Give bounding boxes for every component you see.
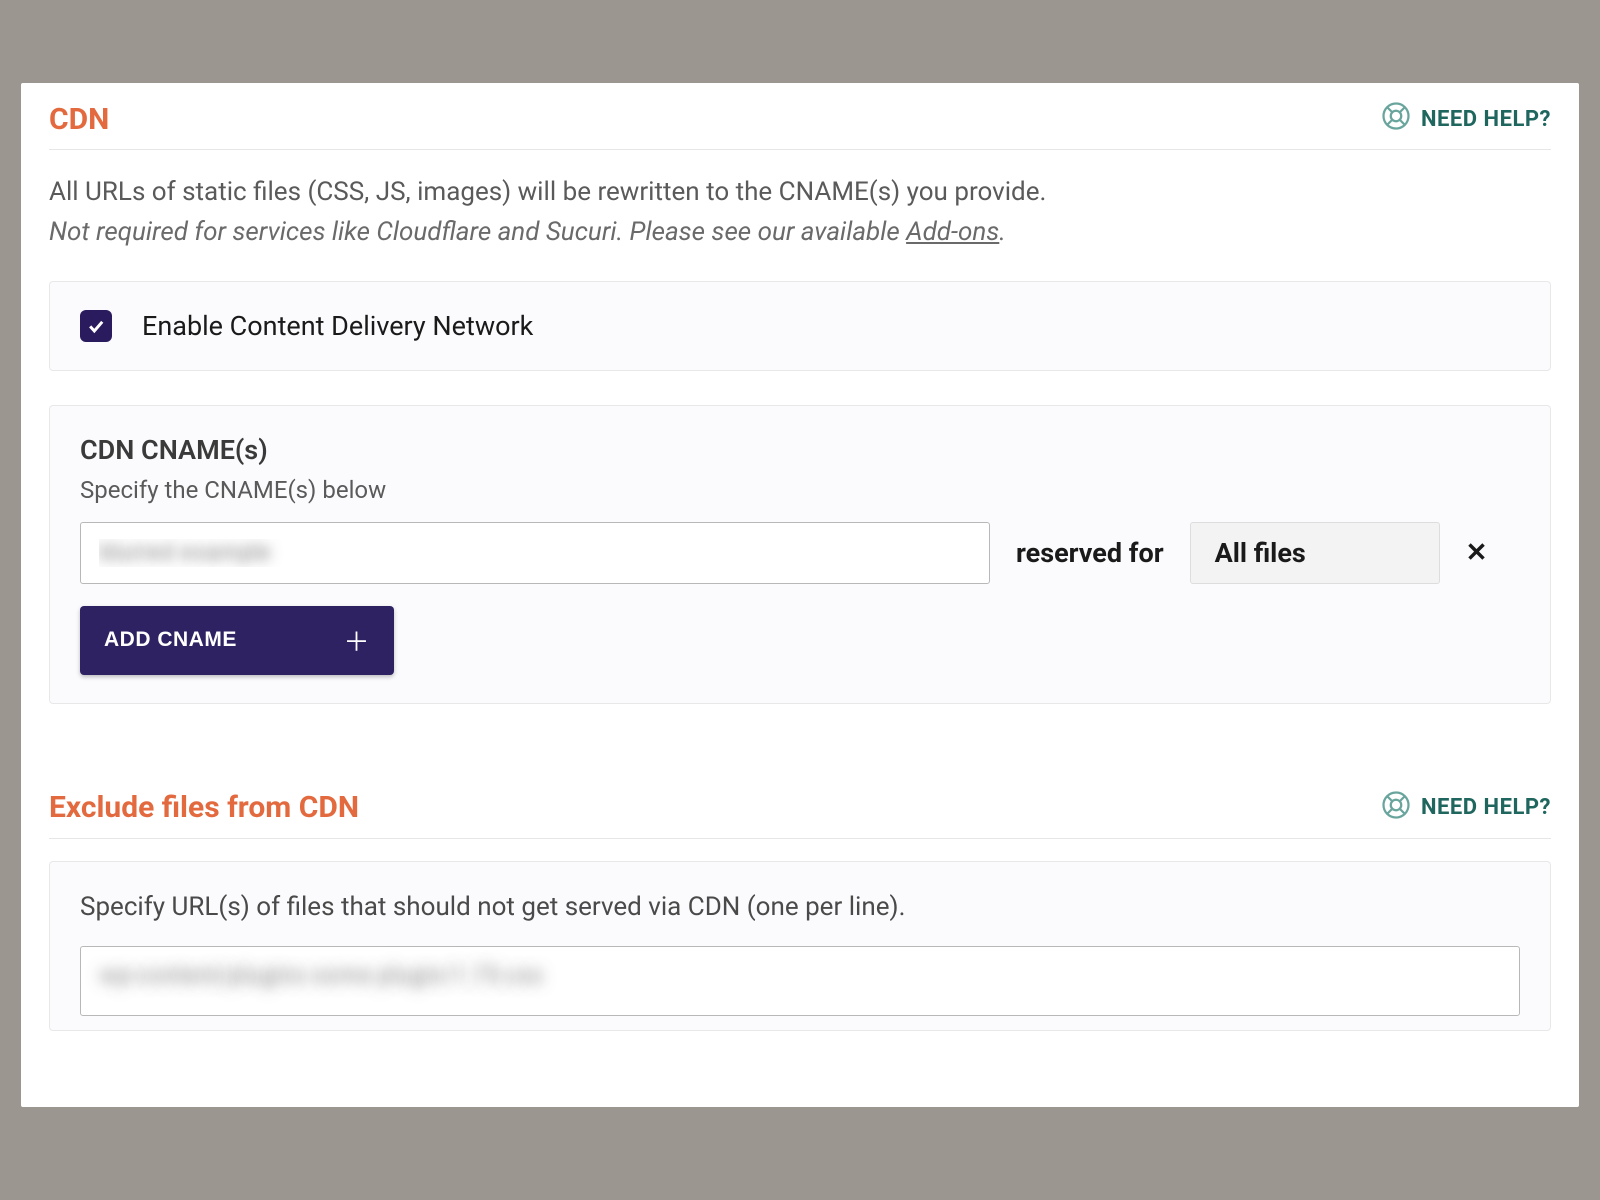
settings-panel: CDN NEED HELP? All URLs of static files … — [21, 83, 1579, 1107]
enable-cdn-row: Enable Content Delivery Network — [80, 310, 1520, 342]
cdn-section-header: CDN NEED HELP? — [49, 101, 1551, 150]
cdn-help-link[interactable]: NEED HELP? — [1381, 101, 1551, 137]
exclude-desc: Specify URL(s) of files that should not … — [80, 892, 1520, 922]
addons-link[interactable]: Add-ons — [906, 217, 999, 247]
exclude-section: Exclude files from CDN NEED HELP? Specif… — [49, 790, 1551, 1031]
cname-input[interactable] — [80, 522, 990, 584]
lifebuoy-icon — [1381, 790, 1411, 826]
exclude-help-link[interactable]: NEED HELP? — [1381, 790, 1551, 826]
exclude-section-header: Exclude files from CDN NEED HELP? — [49, 790, 1551, 839]
reserved-for-label: reserved for — [1016, 537, 1164, 569]
file-scope-select[interactable]: All files — [1190, 522, 1440, 584]
add-cname-label: ADD CNAME — [104, 628, 237, 652]
help-label: NEED HELP? — [1421, 107, 1551, 132]
intro-line2-prefix: Not required for services like Cloudflar… — [49, 217, 906, 247]
cdn-cnames-box: CDN CNAME(s) Specify the CNAME(s) below … — [49, 405, 1551, 704]
exclude-box: Specify URL(s) of files that should not … — [49, 861, 1551, 1031]
exclude-textarea[interactable] — [80, 946, 1520, 1016]
cnames-desc: Specify the CNAME(s) below — [80, 476, 1520, 504]
cname-row: reserved for All files ✕ — [80, 522, 1520, 584]
enable-cdn-label: Enable Content Delivery Network — [142, 310, 533, 342]
intro-line1: All URLs of static files (CSS, JS, image… — [49, 177, 1046, 207]
add-cname-button[interactable]: ADD CNAME ＋ — [80, 606, 394, 675]
cdn-intro: All URLs of static files (CSS, JS, image… — [49, 172, 1551, 253]
lifebuoy-icon — [1381, 101, 1411, 137]
plus-icon: ＋ — [343, 622, 370, 659]
exclude-title: Exclude files from CDN — [49, 790, 359, 825]
enable-cdn-checkbox[interactable] — [80, 310, 112, 342]
enable-cdn-box: Enable Content Delivery Network — [49, 281, 1551, 371]
cnames-title: CDN CNAME(s) — [80, 434, 1520, 466]
intro-line2-suffix: . — [999, 217, 1006, 247]
cdn-title: CDN — [49, 102, 109, 137]
remove-cname-button[interactable]: ✕ — [1466, 538, 1488, 568]
help-label: NEED HELP? — [1421, 795, 1551, 820]
